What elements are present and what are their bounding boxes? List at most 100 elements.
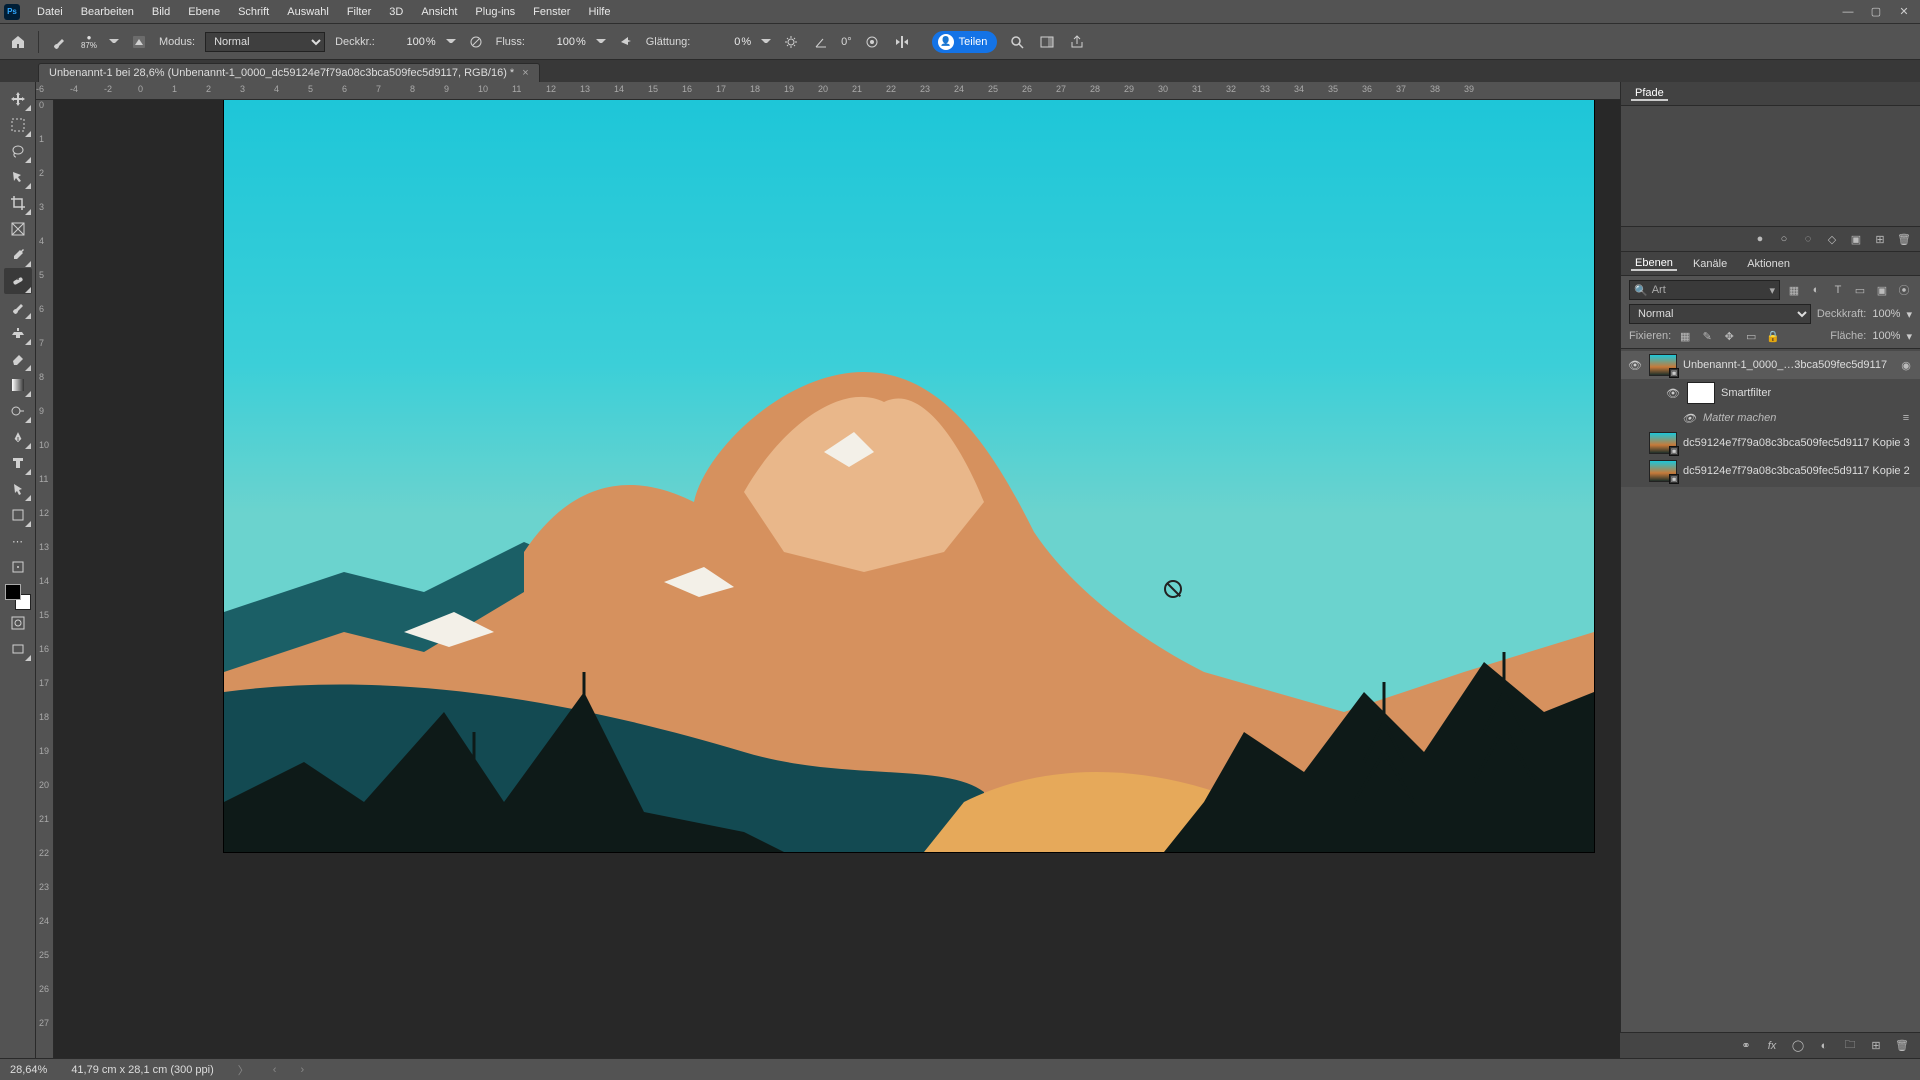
menu-3d[interactable]: 3D [380, 0, 412, 24]
brush-tool-icon[interactable] [49, 32, 69, 52]
layer-row[interactable]: ▣ dc59124e7f79a08c3bca509fec5d9117 Kopie… [1621, 457, 1920, 485]
layer-mask-icon[interactable]: ◯ [1790, 1038, 1806, 1054]
path-from-selection-icon[interactable]: ◇ [1824, 231, 1840, 247]
brush-tool[interactable] [4, 294, 32, 320]
flow-input[interactable] [535, 36, 575, 48]
smoothing-options-icon[interactable] [781, 32, 801, 52]
angle-icon[interactable] [811, 32, 831, 52]
menu-ansicht[interactable]: Ansicht [412, 0, 466, 24]
quick-select-tool[interactable] [4, 164, 32, 190]
marquee-tool[interactable] [4, 112, 32, 138]
ruler-vertical[interactable]: 0123456789101112131415161718192021222324… [36, 100, 54, 1058]
menu-plugins[interactable]: Plug-ins [466, 0, 524, 24]
add-mask-icon[interactable]: ▣ [1848, 231, 1864, 247]
crop-tool[interactable] [4, 190, 32, 216]
menu-fenster[interactable]: Fenster [524, 0, 579, 24]
visibility-toggle-icon[interactable]: 👁 [1627, 357, 1643, 373]
new-layer-icon[interactable]: ⊞ [1868, 1038, 1884, 1054]
close-tab-icon[interactable]: × [522, 67, 528, 79]
menu-auswahl[interactable]: Auswahl [278, 0, 338, 24]
layer-row[interactable]: 👁 Matter machen ≡ [1621, 407, 1920, 429]
layer-row[interactable]: 👁 Smartfilter [1621, 379, 1920, 407]
filter-mask-thumbnail[interactable] [1687, 382, 1715, 404]
window-maximize-icon[interactable]: ▢ [1864, 3, 1888, 21]
menu-hilfe[interactable]: Hilfe [579, 0, 619, 24]
tab-channels[interactable]: Kanäle [1689, 258, 1731, 270]
dodge-tool[interactable] [4, 398, 32, 424]
lock-transparent-icon[interactable]: ▦ [1677, 328, 1693, 344]
visibility-toggle-icon[interactable]: 👁 [1665, 385, 1681, 401]
brush-settings-icon[interactable] [129, 32, 149, 52]
filter-effect-icon[interactable]: ◉ [1898, 357, 1914, 373]
layer-filter-search[interactable]: 🔍Art▾ [1629, 280, 1780, 300]
layer-group-icon[interactable]: 🗀 [1842, 1038, 1858, 1054]
layer-blend-mode-select[interactable]: Normal [1629, 304, 1811, 324]
layer-thumbnail[interactable]: ▣ [1649, 432, 1677, 454]
frame-tool[interactable] [4, 216, 32, 242]
smoothing-dropdown-icon[interactable] [761, 39, 771, 49]
angle-value[interactable]: 0° [841, 36, 852, 48]
document-info[interactable]: 41,79 cm x 28,1 cm (300 ppi) [71, 1064, 213, 1076]
filter-type-icon[interactable]: T [1830, 282, 1846, 298]
symmetry-icon[interactable] [892, 32, 912, 52]
lock-artboard-icon[interactable]: ▭ [1743, 328, 1759, 344]
stroke-path-icon[interactable]: ○ [1776, 231, 1792, 247]
menu-bearbeiten[interactable]: Bearbeiten [72, 0, 143, 24]
lock-position-icon[interactable]: ✥ [1721, 328, 1737, 344]
nav-prev-icon[interactable]: ‹ [273, 1064, 277, 1076]
quick-mask-icon[interactable] [4, 610, 32, 636]
path-select-tool[interactable] [4, 476, 32, 502]
visibility-toggle-icon[interactable] [1627, 435, 1643, 451]
layer-row[interactable]: 👁 ▣ Unbenannt-1_0000_…3bca509fec5d9117 ◉ [1621, 351, 1920, 379]
layer-name[interactable]: Smartfilter [1721, 387, 1914, 399]
filter-options-icon[interactable]: ≡ [1898, 410, 1914, 426]
layer-style-icon[interactable]: fx [1764, 1038, 1780, 1054]
visibility-toggle-icon[interactable] [1627, 463, 1643, 479]
lock-pixels-icon[interactable]: ✎ [1699, 328, 1715, 344]
window-minimize-icon[interactable]: — [1836, 3, 1860, 21]
eraser-tool[interactable] [4, 346, 32, 372]
menu-datei[interactable]: Datei [28, 0, 72, 24]
layer-name[interactable]: Unbenannt-1_0000_…3bca509fec5d9117 [1683, 359, 1892, 371]
flow-dropdown-icon[interactable] [596, 39, 606, 49]
edit-toolbar-icon[interactable] [4, 554, 32, 580]
tab-actions[interactable]: Aktionen [1743, 258, 1794, 270]
filter-smart-icon[interactable]: ▣ [1874, 282, 1890, 298]
filter-adjust-icon[interactable]: ◐ [1808, 282, 1824, 298]
healing-brush-tool[interactable] [4, 268, 32, 294]
delete-layer-icon[interactable]: 🗑 [1894, 1038, 1910, 1054]
gradient-tool[interactable] [4, 372, 32, 398]
more-tools-icon[interactable]: ⋯ [4, 528, 32, 554]
search-icon[interactable] [1007, 32, 1027, 52]
filter-pixel-icon[interactable]: ▦ [1786, 282, 1802, 298]
info-chevron-icon[interactable]: 〉 [238, 1062, 249, 1078]
menu-schrift[interactable]: Schrift [229, 0, 278, 24]
pressure-size-icon[interactable] [862, 32, 882, 52]
type-tool[interactable] [4, 450, 32, 476]
filter-shape-icon[interactable]: ▭ [1852, 282, 1868, 298]
ruler-horizontal[interactable]: -6-4-20123456789101112131415161718192021… [36, 82, 1620, 100]
pressure-opacity-icon[interactable] [466, 32, 486, 52]
opacity-input[interactable] [385, 36, 425, 48]
nav-next-icon[interactable]: › [300, 1064, 304, 1076]
window-close-icon[interactable]: ✕ [1892, 3, 1916, 21]
filter-toggle-icon[interactable]: ⦿ [1896, 282, 1912, 298]
export-icon[interactable] [1067, 32, 1087, 52]
workspace-icon[interactable] [1037, 32, 1057, 52]
menu-bild[interactable]: Bild [143, 0, 179, 24]
layer-name[interactable]: dc59124e7f79a08c3bca509fec5d9117 Kopie 3 [1683, 437, 1914, 449]
layer-name[interactable]: dc59124e7f79a08c3bca509fec5d9117 Kopie 2 [1683, 465, 1914, 477]
screen-mode-icon[interactable] [4, 636, 32, 662]
lock-all-icon[interactable]: 🔒 [1765, 328, 1781, 344]
tab-layers[interactable]: Ebenen [1631, 257, 1677, 271]
opacity-dropdown-icon[interactable] [446, 39, 456, 49]
selection-from-path-icon[interactable]: ◌ [1800, 231, 1816, 247]
layer-opacity-value[interactable]: 100% [1872, 308, 1900, 320]
eyedropper-tool[interactable] [4, 242, 32, 268]
visibility-toggle-icon[interactable]: 👁 [1681, 410, 1697, 426]
document-tab[interactable]: Unbenannt-1 bei 28,6% (Unbenannt-1_0000_… [38, 63, 540, 82]
clone-stamp-tool[interactable] [4, 320, 32, 346]
layer-thumbnail[interactable]: ▣ [1649, 460, 1677, 482]
shape-tool[interactable] [4, 502, 32, 528]
layer-thumbnail[interactable]: ▣ [1649, 354, 1677, 376]
